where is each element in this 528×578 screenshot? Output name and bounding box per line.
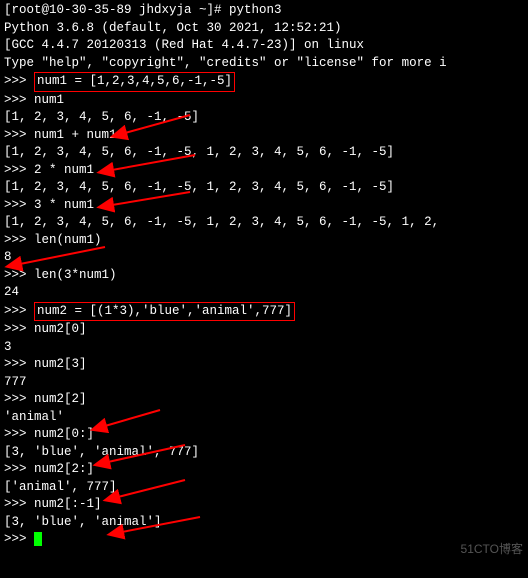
repl-line[interactable]: >>> num2[0:] <box>4 426 524 444</box>
prompt: >>> <box>4 462 34 476</box>
gcc-line: [GCC 4.4.7 20120313 (Red Hat 4.4.7-23)] … <box>4 37 524 55</box>
repl-line[interactable]: >>> num1 = [1,2,3,4,5,6,-1,-5] <box>4 72 524 92</box>
repl-line[interactable]: >>> num2[2] <box>4 391 524 409</box>
output: 24 <box>4 284 524 302</box>
output: 777 <box>4 374 524 392</box>
prompt: >>> <box>4 497 34 511</box>
code: num2[:-1] <box>34 497 102 511</box>
repl-line[interactable]: >>> num2[:-1] <box>4 496 524 514</box>
prompt: >>> <box>4 268 34 282</box>
prompt: >>> <box>4 357 34 371</box>
output: [3, 'blue', 'animal'] <box>4 514 524 532</box>
prompt: >>> <box>4 74 34 88</box>
code: num2[2] <box>34 392 87 406</box>
code: 3 * num1 <box>34 198 94 212</box>
repl-line[interactable]: >>> num1 + num1 <box>4 127 524 145</box>
repl-line[interactable]: >>> num1 <box>4 92 524 110</box>
prompt: >>> <box>4 198 34 212</box>
prompt: >>> <box>4 128 34 142</box>
prompt: >>> <box>4 532 34 546</box>
prompt: >>> <box>4 233 34 247</box>
output: [1, 2, 3, 4, 5, 6, -1, -5, 1, 2, 3, 4, 5… <box>4 144 524 162</box>
output: 3 <box>4 339 524 357</box>
code: len(3*num1) <box>34 268 117 282</box>
python-version: Python 3.6.8 (default, Oct 30 2021, 12:5… <box>4 20 524 38</box>
repl-line[interactable]: >>> num2[2:] <box>4 461 524 479</box>
output: [1, 2, 3, 4, 5, 6, -1, -5] <box>4 109 524 127</box>
prompt: >>> <box>4 304 34 318</box>
output: [1, 2, 3, 4, 5, 6, -1, -5, 1, 2, 3, 4, 5… <box>4 179 524 197</box>
code: num1 <box>34 93 64 107</box>
code: len(num1) <box>34 233 102 247</box>
prompt: >>> <box>4 93 34 107</box>
help-line: Type "help", "copyright", "credits" or "… <box>4 55 524 73</box>
output: 8 <box>4 249 524 267</box>
output: ['animal', 777] <box>4 479 524 497</box>
repl-line[interactable]: >>> num2[3] <box>4 356 524 374</box>
highlighted-code-num1-assign: num1 = [1,2,3,4,5,6,-1,-5] <box>34 72 235 92</box>
prompt: >>> <box>4 322 34 336</box>
prompt: >>> <box>4 163 34 177</box>
output: [1, 2, 3, 4, 5, 6, -1, -5, 1, 2, 3, 4, 5… <box>4 214 524 232</box>
prompt: >>> <box>4 392 34 406</box>
code: 2 * num1 <box>34 163 94 177</box>
code: num1 + num1 <box>34 128 117 142</box>
cursor[interactable] <box>34 532 42 546</box>
host-line: [root@10-30-35-89 jhdxyja ~]# python3 <box>4 2 524 20</box>
highlighted-code-num2-assign: num2 = [(1*3),'blue','animal',777] <box>34 302 295 322</box>
watermark: 51CTO博客 <box>461 541 523 558</box>
output: 'animal' <box>4 409 524 427</box>
code: num2[0] <box>34 322 87 336</box>
repl-line[interactable]: >>> num2[0] <box>4 321 524 339</box>
repl-line[interactable]: >>> len(num1) <box>4 232 524 250</box>
output: [3, 'blue', 'animal', 777] <box>4 444 524 462</box>
code: num2[2:] <box>34 462 94 476</box>
repl-line[interactable]: >>> num2 = [(1*3),'blue','animal',777] <box>4 302 524 322</box>
code: num2[3] <box>34 357 87 371</box>
repl-line[interactable]: >>> 2 * num1 <box>4 162 524 180</box>
repl-line[interactable]: >>> 3 * num1 <box>4 197 524 215</box>
prompt: >>> <box>4 427 34 441</box>
repl-line[interactable]: >>> len(3*num1) <box>4 267 524 285</box>
repl-line[interactable]: >>> <box>4 531 524 549</box>
code: num2[0:] <box>34 427 94 441</box>
